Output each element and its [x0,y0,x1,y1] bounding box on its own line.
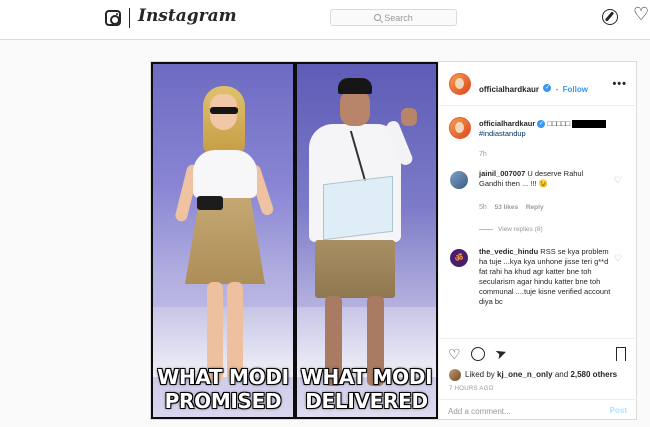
post-image[interactable]: WHAT MODI PROMISED WHAT MODI DELIVERED [151,62,438,419]
post-comment-button[interactable]: Post [610,406,627,415]
meme-panel-right: WHAT MODI DELIVERED [297,64,436,417]
post-header: officialhardkaur ✓ • Follow ••• [439,62,637,106]
instagram-logo[interactable]: Instagram [138,6,237,26]
caption-text: officialhardkaur ✓ □□□□□ #indiastandup [479,119,627,139]
post-timestamp: 7 HOURS AGO [449,386,494,392]
post-side-panel: officialhardkaur ✓ • Follow ••• official… [438,62,637,420]
search-icon [374,14,382,21]
liker-avatar[interactable] [449,369,461,381]
verified-badge-icon: ✓ [543,83,552,92]
reply-button[interactable]: Reply [526,204,544,211]
meme-caption-left: WHAT MODI PROMISED [157,365,289,413]
redacted-block [572,120,607,129]
liker-username[interactable]: kj_one_n_only [497,370,553,379]
like-heart-icon[interactable]: ♡ [448,347,461,361]
comment-likes[interactable]: 53 likes [495,204,519,211]
post-actions: ♡ ➤ Liked by kj_one_n_only and 2,580 oth… [439,338,637,420]
search-placeholder: Search [384,12,413,23]
like-comment-icon[interactable]: ♡ [614,176,622,185]
comments-list: officialhardkaur ✓ □□□□□ #indiastandup 7… [439,106,637,338]
caption-time: 7h [479,151,487,158]
comment-username[interactable]: jainil_007007 [479,169,525,178]
hashtag-link[interactable]: #indiastandup [479,129,526,138]
view-replies-button[interactable]: View replies (8) [479,226,543,233]
comment-username[interactable]: the_vedic_hindu [479,247,538,256]
verified-badge-icon: ✓ [537,120,546,129]
comment-icon[interactable] [471,347,485,361]
meme-caption-right: WHAT MODI DELIVERED [300,365,433,413]
nav-divider [129,8,130,28]
comment-text: jainil_007007 U deserve Rahul Gandhi the… [479,169,584,188]
search-input[interactable]: Search [330,9,457,26]
explore-icon[interactable] [602,9,618,25]
add-comment-bar: Post [439,399,637,421]
likes-summary[interactable]: Liked by kj_one_n_only and 2,580 others [465,370,617,379]
comment-meta: 5h 53 likes Reply [479,204,544,211]
commenter-avatar[interactable] [450,171,468,189]
bookmark-icon[interactable] [616,347,626,361]
caption-username[interactable]: officialhardkaur [479,119,535,128]
like-comment-icon[interactable]: ♡ [614,254,622,263]
meme-panel-left: WHAT MODI PROMISED [153,64,293,417]
author-avatar[interactable] [449,73,471,95]
commenter-avatar[interactable]: ॐ [450,249,468,267]
follow-button[interactable]: Follow [563,85,588,94]
author-username[interactable]: officialhardkaur [479,85,539,94]
camera-icon[interactable] [105,10,121,26]
more-options-icon[interactable]: ••• [612,78,627,90]
post-card: WHAT MODI PROMISED WHAT MODI DELIVERED o… [150,61,637,420]
comment-text: the_vedic_hindu RSS se kya problem ha tu… [479,247,611,306]
share-icon[interactable]: ➤ [493,343,509,362]
caption-author-avatar[interactable] [449,117,471,139]
likes-count[interactable]: 2,580 others [570,370,617,379]
top-navigation-bar: Instagram Search ♡ [0,0,650,40]
add-comment-input[interactable] [448,405,598,417]
heart-icon[interactable]: ♡ [633,5,649,23]
